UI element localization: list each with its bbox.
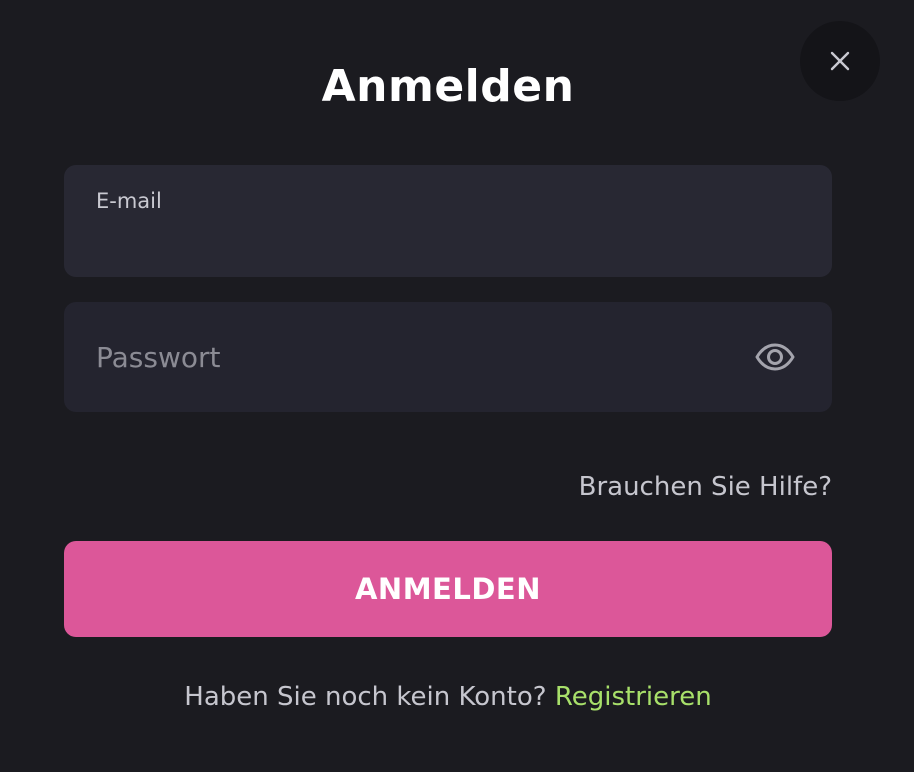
eye-icon: [755, 343, 795, 371]
login-modal: Anmelden E-mail Brauchen Sie Hilfe? ANME…: [0, 0, 914, 772]
help-link[interactable]: Brauchen Sie Hilfe?: [579, 470, 832, 504]
signup-prompt-text: Haben Sie noch kein Konto?: [184, 682, 555, 712]
email-field[interactable]: E-mail: [64, 165, 832, 277]
register-link[interactable]: Registrieren: [555, 682, 712, 712]
email-input[interactable]: [96, 221, 776, 257]
login-submit-button[interactable]: ANMELDEN: [64, 541, 832, 637]
password-input[interactable]: [96, 336, 736, 378]
page-title: Anmelden: [321, 61, 575, 112]
password-field[interactable]: [64, 302, 832, 412]
show-password-button[interactable]: [754, 338, 796, 376]
signup-prompt: Haben Sie noch kein Konto? Registrieren: [0, 680, 896, 714]
email-label: E-mail: [96, 189, 162, 213]
